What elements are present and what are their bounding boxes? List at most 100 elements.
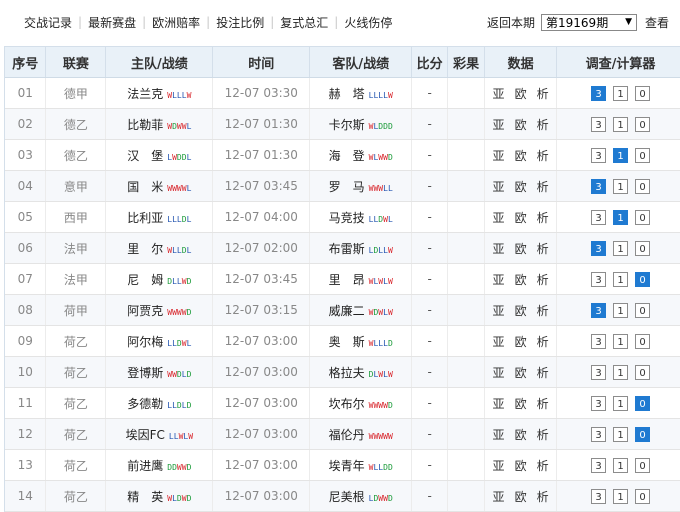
analysis-link[interactable]: 析 bbox=[537, 242, 549, 256]
away-team-name[interactable]: 尼美根 bbox=[329, 490, 365, 504]
vote-button-1[interactable]: 1 bbox=[613, 364, 629, 380]
euro-odds-link[interactable]: 欧 bbox=[515, 335, 527, 349]
vote-button-1[interactable]: 1 bbox=[613, 271, 629, 287]
vote-button-3[interactable]: 3 bbox=[591, 488, 607, 504]
asian-odds-link[interactable]: 亚 bbox=[493, 211, 505, 225]
vote-button-3[interactable]: 3 bbox=[591, 426, 607, 442]
asian-odds-link[interactable]: 亚 bbox=[493, 304, 505, 318]
analysis-link[interactable]: 析 bbox=[537, 273, 549, 287]
vote-button-1[interactable]: 1 bbox=[613, 457, 629, 473]
vote-button-0[interactable]: 0 bbox=[635, 395, 651, 411]
analysis-link[interactable]: 析 bbox=[537, 428, 549, 442]
vote-button-1[interactable]: 1 bbox=[613, 116, 629, 132]
home-team-name[interactable]: 多德勒 bbox=[127, 397, 163, 411]
asian-odds-link[interactable]: 亚 bbox=[493, 397, 505, 411]
vote-button-0[interactable]: 0 bbox=[635, 85, 651, 101]
vote-button-1[interactable]: 1 bbox=[613, 147, 629, 163]
home-team-name[interactable]: 里 尔 bbox=[127, 242, 163, 256]
vote-button-3[interactable]: 3 bbox=[591, 85, 607, 101]
vote-button-1[interactable]: 1 bbox=[613, 333, 629, 349]
home-team-name[interactable]: 精 英 bbox=[127, 490, 163, 504]
vote-button-1[interactable]: 1 bbox=[613, 488, 629, 504]
analysis-link[interactable]: 析 bbox=[537, 180, 549, 194]
euro-odds-link[interactable]: 欧 bbox=[515, 304, 527, 318]
vote-button-3[interactable]: 3 bbox=[591, 240, 607, 256]
vote-button-1[interactable]: 1 bbox=[613, 178, 629, 194]
asian-odds-link[interactable]: 亚 bbox=[493, 180, 505, 194]
vote-button-0[interactable]: 0 bbox=[635, 426, 651, 442]
euro-odds-link[interactable]: 欧 bbox=[515, 211, 527, 225]
analysis-link[interactable]: 析 bbox=[537, 87, 549, 101]
away-team-name[interactable]: 奥 斯 bbox=[329, 335, 365, 349]
asian-odds-link[interactable]: 亚 bbox=[493, 87, 505, 101]
vote-button-0[interactable]: 0 bbox=[635, 240, 651, 256]
euro-odds-link[interactable]: 欧 bbox=[515, 118, 527, 132]
away-team-name[interactable]: 坎布尔 bbox=[329, 397, 365, 411]
vote-button-3[interactable]: 3 bbox=[591, 333, 607, 349]
analysis-link[interactable]: 析 bbox=[537, 459, 549, 473]
home-team-name[interactable]: 埃因FC bbox=[126, 428, 165, 442]
vote-button-3[interactable]: 3 bbox=[591, 271, 607, 287]
asian-odds-link[interactable]: 亚 bbox=[493, 242, 505, 256]
vote-button-1[interactable]: 1 bbox=[613, 302, 629, 318]
home-team-name[interactable]: 登博斯 bbox=[127, 366, 163, 380]
away-team-name[interactable]: 威廉二 bbox=[329, 304, 365, 318]
asian-odds-link[interactable]: 亚 bbox=[493, 118, 505, 132]
view-button[interactable]: 查看 bbox=[645, 14, 669, 31]
vote-button-0[interactable]: 0 bbox=[635, 271, 651, 287]
euro-odds-link[interactable]: 欧 bbox=[515, 490, 527, 504]
analysis-link[interactable]: 析 bbox=[537, 304, 549, 318]
vote-button-0[interactable]: 0 bbox=[635, 364, 651, 380]
analysis-link[interactable]: 析 bbox=[537, 211, 549, 225]
euro-odds-link[interactable]: 欧 bbox=[515, 397, 527, 411]
euro-odds-link[interactable]: 欧 bbox=[515, 149, 527, 163]
vote-button-0[interactable]: 0 bbox=[635, 333, 651, 349]
vote-button-3[interactable]: 3 bbox=[591, 147, 607, 163]
vote-button-1[interactable]: 1 bbox=[613, 426, 629, 442]
asian-odds-link[interactable]: 亚 bbox=[493, 149, 505, 163]
euro-odds-link[interactable]: 欧 bbox=[515, 273, 527, 287]
home-team-name[interactable]: 国 米 bbox=[127, 180, 163, 194]
vote-button-0[interactable]: 0 bbox=[635, 302, 651, 318]
vote-button-3[interactable]: 3 bbox=[591, 457, 607, 473]
vote-button-0[interactable]: 0 bbox=[635, 488, 651, 504]
nav-link[interactable]: 交战记录 bbox=[24, 14, 72, 31]
vote-button-3[interactable]: 3 bbox=[591, 302, 607, 318]
asian-odds-link[interactable]: 亚 bbox=[493, 366, 505, 380]
vote-button-0[interactable]: 0 bbox=[635, 116, 651, 132]
period-dropdown[interactable]: 第19169期 ▼ bbox=[541, 13, 638, 31]
vote-button-3[interactable]: 3 bbox=[591, 178, 607, 194]
euro-odds-link[interactable]: 欧 bbox=[515, 180, 527, 194]
vote-button-3[interactable]: 3 bbox=[591, 116, 607, 132]
euro-odds-link[interactable]: 欧 bbox=[515, 87, 527, 101]
nav-link[interactable]: 最新赛盘 bbox=[88, 14, 136, 31]
asian-odds-link[interactable]: 亚 bbox=[493, 459, 505, 473]
away-team-name[interactable]: 卡尔斯 bbox=[329, 118, 365, 132]
euro-odds-link[interactable]: 欧 bbox=[515, 459, 527, 473]
nav-link[interactable]: 复式总汇 bbox=[280, 14, 328, 31]
vote-button-1[interactable]: 1 bbox=[613, 85, 629, 101]
nav-link[interactable]: 火线伤停 bbox=[344, 14, 392, 31]
analysis-link[interactable]: 析 bbox=[537, 366, 549, 380]
home-team-name[interactable]: 阿尔梅 bbox=[127, 335, 163, 349]
asian-odds-link[interactable]: 亚 bbox=[493, 490, 505, 504]
away-team-name[interactable]: 福伦丹 bbox=[329, 428, 365, 442]
analysis-link[interactable]: 析 bbox=[537, 335, 549, 349]
home-team-name[interactable]: 汉 堡 bbox=[127, 149, 163, 163]
away-team-name[interactable]: 格拉夫 bbox=[329, 366, 365, 380]
asian-odds-link[interactable]: 亚 bbox=[493, 335, 505, 349]
analysis-link[interactable]: 析 bbox=[537, 397, 549, 411]
home-team-name[interactable]: 阿贾克 bbox=[127, 304, 163, 318]
nav-link[interactable]: 投注比例 bbox=[216, 14, 264, 31]
away-team-name[interactable]: 罗 马 bbox=[329, 180, 365, 194]
home-team-name[interactable]: 法兰克 bbox=[127, 87, 163, 101]
analysis-link[interactable]: 析 bbox=[537, 118, 549, 132]
home-team-name[interactable]: 尼 姆 bbox=[127, 273, 163, 287]
vote-button-0[interactable]: 0 bbox=[635, 209, 651, 225]
vote-button-3[interactable]: 3 bbox=[591, 364, 607, 380]
asian-odds-link[interactable]: 亚 bbox=[493, 428, 505, 442]
euro-odds-link[interactable]: 欧 bbox=[515, 242, 527, 256]
nav-link[interactable]: 欧洲赔率 bbox=[152, 14, 200, 31]
vote-button-0[interactable]: 0 bbox=[635, 147, 651, 163]
analysis-link[interactable]: 析 bbox=[537, 490, 549, 504]
